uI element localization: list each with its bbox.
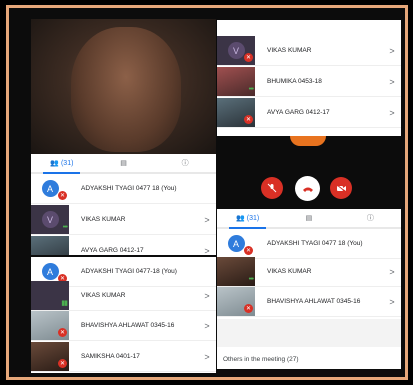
mic-off-icon bbox=[267, 183, 277, 193]
mic-off-icon: ✕ bbox=[58, 191, 67, 200]
participant-thumb: V ✕ bbox=[217, 36, 255, 65]
participant-name: VIKAS KUMAR bbox=[267, 268, 312, 275]
participants-panel-right-2: 👥 (31) ▤ ⓘ A ✕ ADYAKSHI TYAGI 0477 18 (Y… bbox=[217, 209, 401, 369]
participant-thumb: V ••• bbox=[31, 205, 69, 234]
participants-panel-left-2: A ✕ ADYAKSHI TYAGI 0477-18 (You) ▮▮ VIKA… bbox=[31, 257, 216, 373]
avatar: A bbox=[227, 235, 245, 252]
mic-off-icon: ✕ bbox=[244, 246, 253, 255]
participant-name: SAMIKSHA 0401-17 bbox=[81, 353, 140, 360]
tab-info[interactable]: ⓘ bbox=[154, 154, 216, 172]
participant-name: AVYA GARG 0412-17 bbox=[81, 247, 144, 254]
panel-tabs: 👥 (31) ▤ ⓘ bbox=[31, 154, 216, 174]
tab-people[interactable]: 👥 (31) bbox=[217, 209, 278, 229]
participant-row[interactable]: ••• BHUMIKA 0453-18 > bbox=[217, 67, 401, 97]
chevron-right-icon[interactable]: > bbox=[383, 46, 401, 56]
tab-people[interactable]: 👥 (31) bbox=[31, 154, 93, 174]
chevron-right-icon[interactable]: > bbox=[383, 108, 401, 118]
participant-thumb: ▮▮ bbox=[31, 281, 69, 310]
people-icon: 👥 bbox=[50, 160, 59, 167]
mic-off-icon: ✕ bbox=[244, 304, 253, 313]
participant-row[interactable]: ✕ BHAVISHYA AHLAWAT 0345-16 > bbox=[217, 287, 401, 317]
participant-name: ADYAKSHI TYAGI 0477 18 (You) bbox=[267, 240, 363, 247]
participant-name: BHAVISHYA AHLAWAT 0345-16 bbox=[81, 322, 175, 329]
info-icon: ⓘ bbox=[181, 160, 189, 167]
participant-name: VIKAS KUMAR bbox=[267, 47, 312, 54]
participant-thumb: A ✕ bbox=[217, 229, 255, 258]
avatar: A bbox=[41, 263, 59, 280]
speaking-indicator-icon: ••• bbox=[62, 224, 68, 231]
participant-name: AVYA GARG 0412-17 bbox=[267, 109, 330, 116]
end-call-icon bbox=[302, 187, 313, 192]
participant-face bbox=[71, 27, 181, 152]
participant-name: ADYAKSHI TYAGI 0477 18 (You) bbox=[81, 185, 177, 192]
speaking-indicator-icon: ▮▮ bbox=[61, 300, 68, 307]
mic-off-icon: ✕ bbox=[58, 328, 67, 337]
chevron-right-icon[interactable]: > bbox=[198, 246, 216, 256]
mic-off-icon: ✕ bbox=[244, 53, 253, 62]
people-count: (31) bbox=[60, 159, 74, 167]
participants-panel-top-right: V ✕ VIKAS KUMAR > ••• BHUMIKA 0453-18 > … bbox=[217, 20, 401, 136]
participant-row[interactable]: V ✕ VIKAS KUMAR > bbox=[217, 36, 401, 66]
participant-thumb: ✕ bbox=[31, 311, 69, 340]
others-in-meeting-label: Others in the meeting (27) bbox=[223, 356, 299, 363]
people-count: (31) bbox=[246, 214, 260, 222]
participants-panel-left-1: 👥 (31) ▤ ⓘ A ✕ ADYAKSHI TYAGI 0477 18 (Y… bbox=[31, 154, 216, 255]
camera-off-button[interactable] bbox=[330, 177, 352, 199]
participant-thumb: ••• bbox=[217, 257, 255, 286]
participant-thumb: ••• bbox=[217, 67, 255, 96]
participant-thumb: ✕ bbox=[217, 287, 255, 316]
participant-name: ADYAKSHI TYAGI 0477-18 (You) bbox=[81, 268, 177, 275]
main-video-tile bbox=[31, 19, 216, 154]
chat-icon: ▤ bbox=[120, 160, 127, 167]
mic-off-icon: ✕ bbox=[244, 115, 253, 124]
participant-row[interactable]: V ••• VIKAS KUMAR > bbox=[31, 205, 216, 235]
participant-name: VIKAS KUMAR bbox=[81, 216, 126, 223]
camera-off-icon bbox=[336, 184, 346, 192]
participant-thumb: ✕ bbox=[31, 342, 69, 371]
participant-row[interactable]: A ✕ ADYAKSHI TYAGI 0477 18 (You) bbox=[31, 174, 216, 204]
chevron-right-icon[interactable]: > bbox=[383, 267, 401, 277]
avatar: A bbox=[41, 180, 59, 197]
chevron-right-icon[interactable]: > bbox=[383, 297, 401, 307]
participant-name: VIKAS KUMAR bbox=[81, 292, 126, 299]
avatar: V bbox=[227, 42, 245, 59]
speaking-indicator-icon: ••• bbox=[248, 276, 254, 283]
chevron-right-icon[interactable]: > bbox=[198, 321, 216, 331]
end-call-button[interactable] bbox=[295, 176, 320, 201]
people-icon: 👥 bbox=[236, 215, 245, 222]
chevron-right-icon[interactable]: > bbox=[383, 77, 401, 87]
mic-off-button[interactable] bbox=[261, 177, 283, 199]
tab-chat[interactable]: ▤ bbox=[278, 209, 339, 227]
participant-row[interactable]: A ✕ ADYAKSHI TYAGI 0477 18 (You) bbox=[217, 229, 401, 259]
chevron-right-icon[interactable]: > bbox=[198, 215, 216, 225]
panel-tabs: 👥 (31) ▤ ⓘ bbox=[217, 209, 401, 229]
participant-name: BHAVISHYA AHLAWAT 0345-16 bbox=[267, 298, 361, 305]
participant-row[interactable]: ✕ AVYA GARG 0412-17 > bbox=[217, 98, 401, 128]
mic-off-icon: ✕ bbox=[58, 359, 67, 368]
tab-chat[interactable]: ▤ bbox=[93, 154, 155, 172]
info-icon: ⓘ bbox=[366, 215, 374, 222]
participant-name: BHUMIKA 0453-18 bbox=[267, 78, 322, 85]
video-fragment bbox=[290, 136, 326, 146]
speaking-indicator-icon: ••• bbox=[248, 86, 254, 93]
tab-info[interactable]: ⓘ bbox=[340, 209, 401, 227]
chevron-right-icon[interactable]: > bbox=[198, 291, 216, 301]
chat-icon: ▤ bbox=[305, 215, 313, 222]
participant-thumb: ✕ bbox=[217, 98, 255, 127]
chevron-right-icon[interactable]: > bbox=[198, 352, 216, 362]
participant-thumb: A ✕ bbox=[31, 174, 69, 203]
participant-row[interactable]: ✕ SAMIKSHA 0401-17 > bbox=[31, 342, 216, 372]
participant-row[interactable]: ▮▮ VIKAS KUMAR > bbox=[31, 281, 216, 311]
participant-thumb bbox=[31, 236, 69, 255]
avatar: V bbox=[41, 211, 59, 228]
participant-row[interactable]: AVYA GARG 0412-17 > bbox=[31, 236, 216, 255]
blurred-row bbox=[217, 319, 401, 347]
participant-row[interactable]: ✕ BHAVISHYA AHLAWAT 0345-16 > bbox=[31, 311, 216, 341]
participant-row[interactable]: ••• VIKAS KUMAR > bbox=[217, 257, 401, 287]
